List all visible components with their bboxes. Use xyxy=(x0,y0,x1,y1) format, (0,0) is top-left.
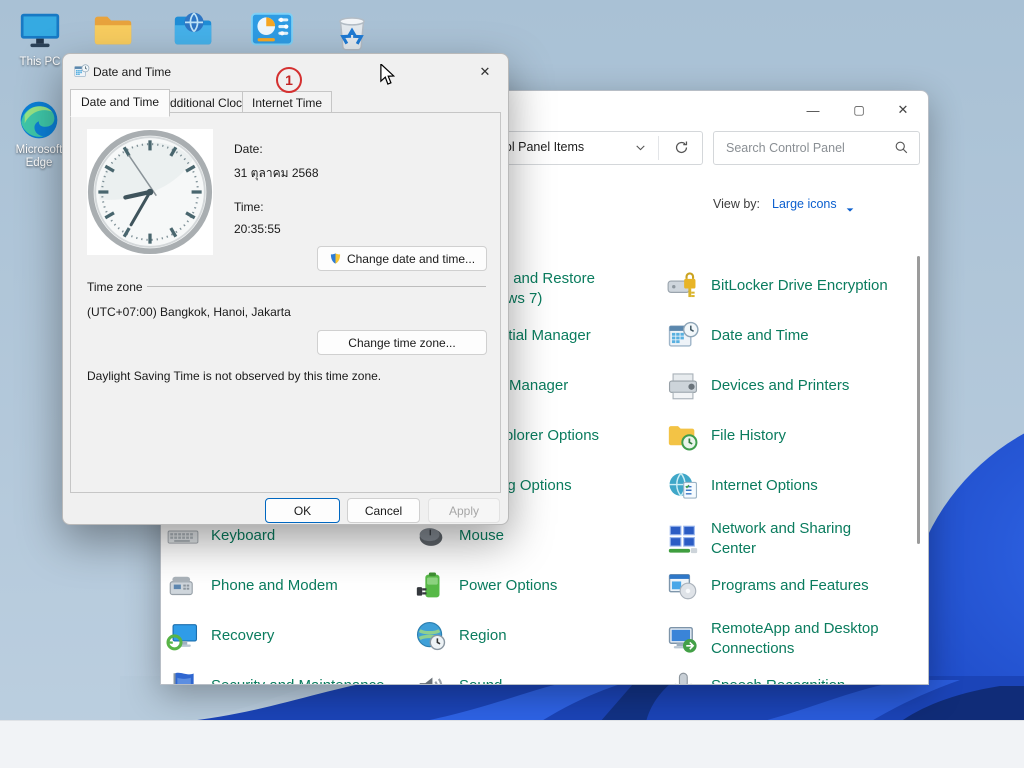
timezone-value: (UTC+07:00) Bangkok, Hanoi, Jakarta xyxy=(87,305,291,319)
remoteapp-icon xyxy=(666,622,700,656)
desktop-icon-recycle-bin[interactable] xyxy=(320,8,384,54)
desktop-icon-network-folder[interactable] xyxy=(162,8,226,54)
view-by-value[interactable]: Large icons xyxy=(772,197,837,211)
control-panel-item[interactable]: Internet Options xyxy=(666,469,899,503)
region-icon xyxy=(414,619,448,653)
control-panel-item[interactable]: RemoteApp and Desktop Connections xyxy=(666,619,899,659)
apply-button[interactable]: Apply xyxy=(428,498,500,523)
dialog-datetime-icon xyxy=(73,63,90,85)
speech-icon xyxy=(666,669,700,685)
desktop: This PC Microsoft Edge — ▢ ✕ All Control… xyxy=(0,0,1024,768)
control-panel-item-label: Mouse xyxy=(459,526,664,546)
control-panel-item[interactable]: Speech Recognition xyxy=(666,669,899,685)
filehistory-icon xyxy=(666,419,700,453)
scrollbar-thumb[interactable] xyxy=(917,256,920,544)
control-panel-item-label: Network and Sharing Center xyxy=(711,519,899,559)
control-panel-item[interactable]: Programs and Features xyxy=(666,569,899,603)
network-icon xyxy=(666,522,700,556)
control-panel-item-label: Power Options xyxy=(459,576,664,596)
datetime-icon xyxy=(666,319,700,353)
uac-shield-icon xyxy=(329,252,342,265)
chevron-down-icon[interactable] xyxy=(634,141,647,159)
control-panel-item-label: Sound xyxy=(459,676,664,685)
control-panel-item-label: Recovery xyxy=(211,626,416,646)
security-icon xyxy=(166,669,200,685)
minimize-button[interactable]: — xyxy=(796,97,830,123)
date-time-dialog: Date and Time ✕ Date and Time Additional… xyxy=(62,53,509,525)
address-divider xyxy=(658,136,659,160)
control-panel-item[interactable]: Phone and Modem xyxy=(166,569,416,603)
control-panel-item-label: File History xyxy=(711,426,899,446)
control-panel-item[interactable]: Sound xyxy=(414,669,664,685)
date-value: 31 ตุลาคม 2568 xyxy=(234,164,319,183)
timezone-group-label: Time zone xyxy=(87,280,143,294)
tab-date-and-time[interactable]: Date and Time xyxy=(70,89,170,117)
dst-note: Daylight Saving Time is not observed by … xyxy=(87,369,381,383)
control-panel-item[interactable]: Security and Maintenance xyxy=(166,669,416,685)
search-input[interactable] xyxy=(724,136,888,160)
analog-clock xyxy=(87,129,213,255)
date-label: Date: xyxy=(234,142,263,156)
control-panel-item-label: Phone and Modem xyxy=(211,576,416,596)
control-panel-item[interactable]: BitLocker Drive Encryption xyxy=(666,269,899,303)
view-by-label: View by: xyxy=(713,197,760,211)
refresh-icon[interactable] xyxy=(673,139,690,161)
control-panel-item-label: Devices and Printers xyxy=(711,376,899,396)
desktop-icon-control-panel[interactable] xyxy=(240,8,304,54)
desktop-icon-label: Microsoft Edge xyxy=(10,144,68,170)
control-panel-item-label: BitLocker Drive Encryption xyxy=(711,276,899,296)
dialog-title: Date and Time xyxy=(93,65,171,79)
control-panel-item[interactable]: Devices and Printers xyxy=(666,369,899,403)
bitlocker-icon xyxy=(666,269,700,303)
close-button[interactable]: ✕ xyxy=(886,97,920,123)
change-date-time-button[interactable]: Change date and time... xyxy=(317,246,487,271)
annotation-step-1: 1 xyxy=(276,67,302,93)
folder-icon xyxy=(82,8,146,54)
control-panel-item-label: Security and Maintenance xyxy=(211,676,416,685)
control-panel-item[interactable]: Date and Time xyxy=(666,319,899,353)
desktop-icon-edge[interactable]: Microsoft Edge xyxy=(10,98,68,170)
control-panel-item[interactable]: Power Options xyxy=(414,569,664,603)
recovery-icon xyxy=(166,619,200,653)
dialog-close-button[interactable]: ✕ xyxy=(470,59,500,85)
inetopts-icon xyxy=(666,469,700,503)
control-panel-item-label: Date and Time xyxy=(711,326,899,346)
control-panel-item-label: Region xyxy=(459,626,664,646)
control-panel-item-label: RemoteApp and Desktop Connections xyxy=(711,619,899,659)
maximize-button[interactable]: ▢ xyxy=(842,97,876,123)
control-panel-item-label: Internet Options xyxy=(711,476,899,496)
control-panel-item[interactable]: Region xyxy=(414,619,664,653)
network-folder-icon xyxy=(162,8,226,54)
taskbar: Search ^ ENG 20:35 31/10/2568 xyxy=(0,720,1024,768)
edge-icon xyxy=(10,98,68,142)
control-panel-item[interactable]: Network and Sharing Center xyxy=(666,519,899,559)
dialog-tab-page: Date: 31 ตุลาคม 2568 Time: 20:35:55 Chan… xyxy=(70,112,501,493)
change-timezone-button[interactable]: Change time zone... xyxy=(317,330,487,355)
time-value: 20:35:55 xyxy=(234,222,281,236)
control-panel-item[interactable]: File History xyxy=(666,419,899,453)
mouse-cursor xyxy=(379,64,395,91)
group-divider xyxy=(147,286,486,287)
control-panel-icon xyxy=(240,8,304,54)
control-panel-item-label: Speech Recognition xyxy=(711,676,899,685)
ok-button[interactable]: OK xyxy=(265,498,340,523)
recycle-bin-icon xyxy=(320,8,384,54)
search-icon[interactable] xyxy=(894,140,909,160)
power-icon xyxy=(414,569,448,603)
programs-icon xyxy=(666,569,700,603)
sound-icon xyxy=(414,669,448,685)
control-panel-item[interactable]: Recovery xyxy=(166,619,416,653)
control-panel-item-label: Programs and Features xyxy=(711,576,899,596)
time-label: Time: xyxy=(234,200,264,214)
control-panel-search[interactable] xyxy=(713,131,920,165)
desktop-icon-folder[interactable] xyxy=(82,8,146,54)
this-pc-icon xyxy=(8,8,72,54)
phone-icon xyxy=(166,569,200,603)
control-panel-item-label: Keyboard xyxy=(211,526,416,546)
view-by-caret-icon[interactable] xyxy=(845,202,855,220)
printer-icon xyxy=(666,369,700,403)
cancel-button[interactable]: Cancel xyxy=(347,498,420,523)
